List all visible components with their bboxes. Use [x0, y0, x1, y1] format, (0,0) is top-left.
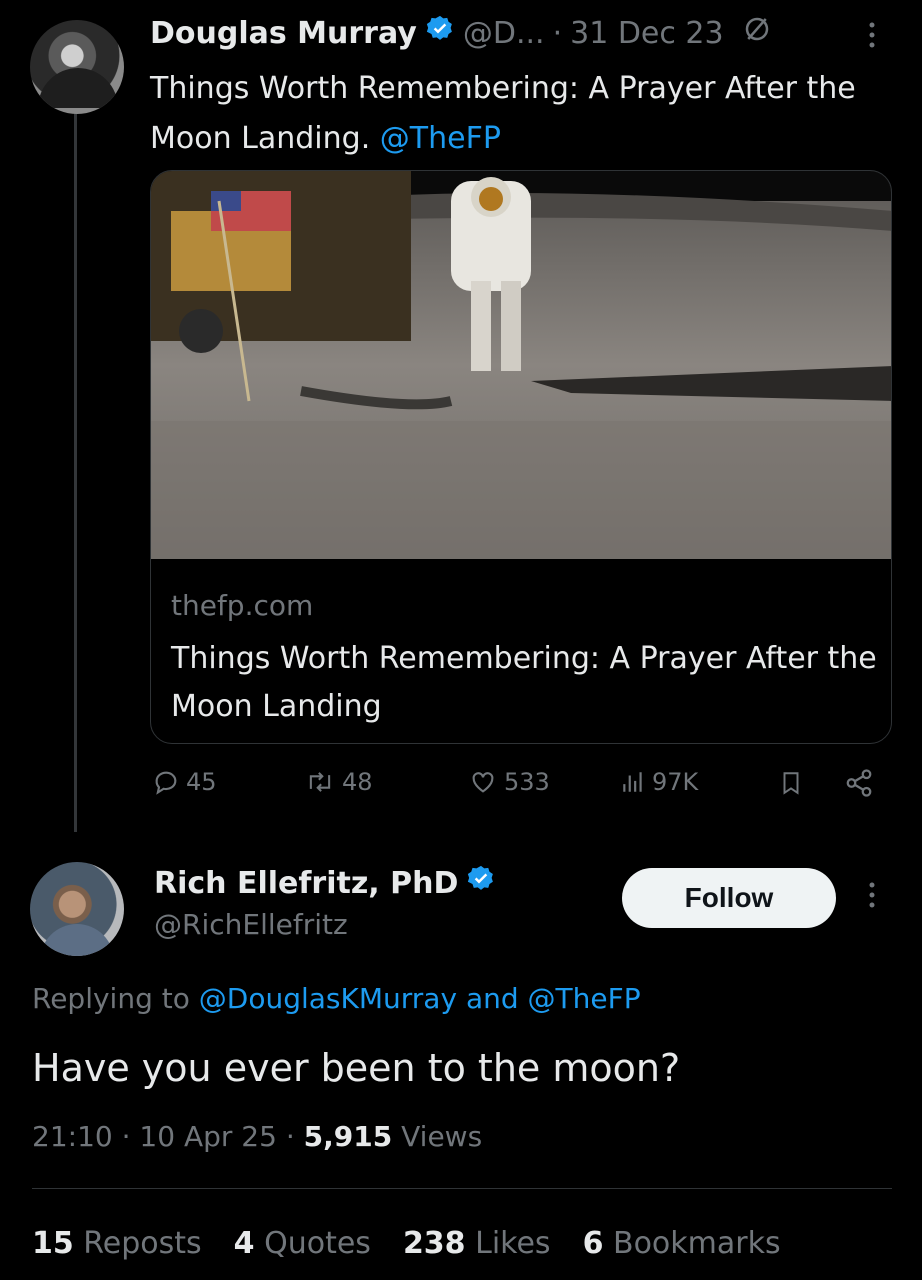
reply-views-label: Views	[401, 1120, 483, 1153]
tweet-actions: 45 48 533 97K	[150, 768, 892, 808]
like-button[interactable]: 533	[468, 768, 550, 796]
reposts-count: 15	[32, 1226, 74, 1261]
views-button[interactable]: 97K	[620, 768, 698, 796]
card-domain: thefp.com	[171, 589, 314, 622]
likes-count: 238	[402, 1226, 466, 1261]
likes-label: Likes	[475, 1226, 551, 1261]
avatar-rich-ellefritz[interactable]	[30, 862, 124, 956]
tweet-text: Things Worth Remembering: A Prayer After…	[150, 64, 890, 164]
like-count: 533	[504, 768, 550, 796]
tweet-body: Things Worth Remembering: A Prayer After…	[150, 71, 856, 156]
reposts-label: Reposts	[83, 1226, 202, 1261]
reply-author-handle[interactable]: @RichEllefritz	[154, 908, 348, 941]
reply-button[interactable]: 45	[152, 768, 217, 796]
replying-to: Replying to @DouglasKMurray and @TheFP	[32, 982, 641, 1015]
bookmarks-label: Bookmarks	[612, 1226, 781, 1261]
bookmarks-count: 6	[582, 1226, 604, 1261]
quotes-label: Quotes	[264, 1226, 371, 1261]
separator: ·	[285, 1120, 295, 1153]
likes-stat[interactable]: 238 Likes	[403, 1226, 551, 1261]
more-icon[interactable]	[862, 880, 882, 914]
card-image	[151, 171, 891, 559]
reply-stats: 15 Reposts 4 Quotes 238 Likes 6 Bookmark…	[32, 1226, 781, 1261]
bookmark-icon[interactable]	[778, 768, 804, 798]
replying-user-link[interactable]: @DouglasKMurray	[199, 982, 457, 1015]
more-icon[interactable]	[862, 20, 882, 54]
reply-meta: 21:10 · 10 Apr 25 · 5,915 Views	[32, 1120, 482, 1153]
views-count: 97K	[652, 768, 699, 796]
divider	[32, 1188, 892, 1189]
card-title: Things Worth Remembering: A Prayer After…	[171, 641, 877, 724]
tweet-date[interactable]: 31 Dec 23	[570, 16, 723, 51]
reply-views-count: 5,915	[303, 1120, 393, 1153]
verified-badge-icon	[466, 864, 496, 902]
quotes-stat[interactable]: 4 Quotes	[234, 1226, 371, 1261]
reply-count: 45	[186, 768, 217, 796]
like-icon	[472, 772, 494, 793]
separator: ·	[552, 15, 563, 51]
bookmarks-stat[interactable]: 6 Bookmarks	[583, 1226, 781, 1261]
reply-icon	[155, 771, 177, 795]
grok-icon[interactable]	[742, 14, 772, 52]
replying-prefix: Replying to	[32, 982, 190, 1015]
share-icon[interactable]	[844, 768, 874, 798]
quotes-count: 4	[233, 1226, 255, 1261]
author-name[interactable]: Douglas Murray	[150, 16, 417, 51]
follow-button[interactable]: Follow	[622, 868, 836, 928]
separator: ·	[121, 1120, 131, 1153]
reply-author-row: Rich Ellefritz, PhD	[154, 864, 496, 902]
verified-badge-icon	[425, 14, 455, 52]
repost-count: 48	[342, 768, 373, 796]
mention-link[interactable]: @TheFP	[380, 121, 501, 156]
reply-author-name[interactable]: Rich Ellefritz, PhD	[154, 866, 458, 901]
avatar-douglas-murray[interactable]	[30, 20, 124, 114]
repost-icon	[309, 772, 331, 792]
reply-date[interactable]: 10 Apr 25	[139, 1120, 277, 1153]
tweet-header: Douglas Murray @D... · 31 Dec 23	[150, 14, 772, 52]
replying-user-link[interactable]: @TheFP	[528, 982, 641, 1015]
repost-button[interactable]: 48	[304, 768, 373, 796]
replying-and: and	[465, 982, 519, 1015]
author-handle[interactable]: @D...	[463, 16, 545, 51]
views-icon	[623, 772, 642, 792]
thread-line	[74, 112, 77, 832]
reposts-stat[interactable]: 15 Reposts	[32, 1226, 202, 1261]
reply-text: Have you ever been to the moon?	[32, 1046, 681, 1090]
link-card[interactable]: thefp.com Things Worth Remembering: A Pr…	[150, 170, 892, 744]
reply-time[interactable]: 21:10	[32, 1120, 113, 1153]
